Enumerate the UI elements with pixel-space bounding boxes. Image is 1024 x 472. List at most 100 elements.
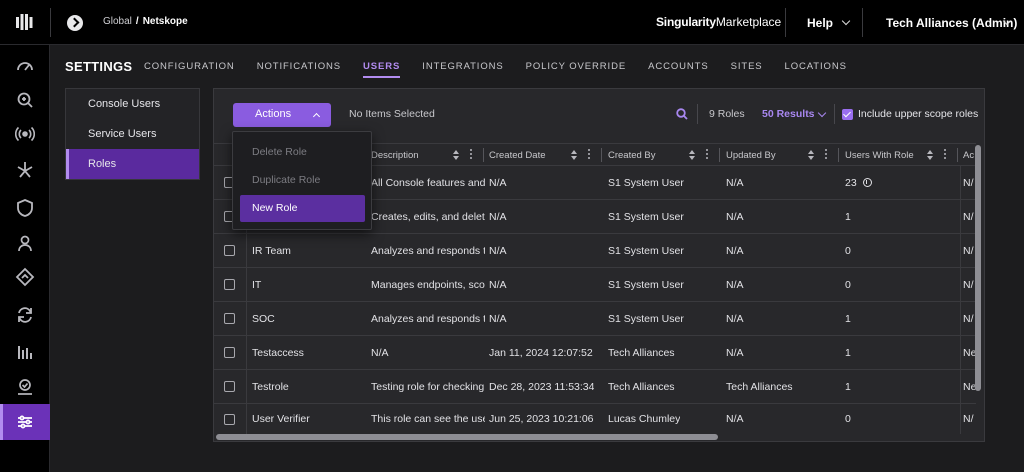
created-date: N/A [489, 279, 507, 291]
user-icon[interactable] [15, 233, 35, 253]
column-menu-icon[interactable] [706, 149, 708, 151]
horizontal-scrollbar[interactable] [216, 434, 718, 440]
updated-by: N/A [726, 245, 744, 257]
created-date: Dec 28, 2023 11:53:34 [489, 381, 595, 393]
table-row[interactable]: Testrole Testing role for checking... De… [214, 370, 976, 404]
actions-button[interactable]: Actions [233, 103, 331, 127]
column-menu-icon[interactable] [588, 149, 590, 151]
sentinelone-logo[interactable] [14, 12, 34, 32]
include-upper-scope-checkbox[interactable] [842, 109, 853, 120]
badge-icon[interactable] [15, 377, 35, 397]
row-checkbox[interactable] [224, 313, 235, 324]
sort-icon[interactable] [926, 149, 933, 160]
submenu-roles[interactable]: Roles [66, 149, 199, 179]
settings-tabs: CONFIGURATION NOTIFICATIONS USERS INTEGR… [144, 61, 869, 78]
column-description[interactable]: Description [371, 150, 419, 161]
diamond-arrow-icon[interactable] [15, 267, 35, 287]
table-row[interactable]: Testaccess N/A Jan 11, 2024 12:07:52 Tec… [214, 336, 976, 370]
marketplace-link[interactable]: SingularityMarketplace [656, 15, 781, 29]
users-with-role: 0 [845, 245, 851, 257]
menu-item-duplicate-role: Duplicate Role [252, 174, 321, 186]
column-created-date[interactable]: Created Date [489, 150, 546, 161]
users-with-role: 1 [845, 381, 851, 393]
table-row[interactable]: User Verifier This role can see the use.… [214, 404, 976, 434]
created-by: S1 System User [608, 177, 684, 189]
include-upper-scope-label[interactable]: Include upper scope roles [858, 108, 978, 120]
column-menu-icon[interactable] [944, 149, 946, 151]
search-icon[interactable] [15, 90, 35, 110]
sliders-icon[interactable] [15, 412, 35, 432]
table-row[interactable]: IR Team Analyzes and responds t... N/A S… [214, 234, 976, 268]
access: N/ [963, 211, 974, 223]
row-checkbox[interactable] [224, 279, 235, 290]
chevron-down-icon[interactable] [841, 16, 851, 26]
account-menu[interactable]: Tech Alliances (Admin) [886, 16, 1017, 30]
role-description: Analyzes and responds t... [371, 245, 485, 257]
sync-icon[interactable] [15, 305, 35, 325]
column-updated-by[interactable]: Updated By [726, 150, 776, 161]
bar-chart-icon[interactable] [15, 342, 35, 362]
help-menu[interactable]: Help [807, 16, 833, 30]
users-with-role: 23 [845, 177, 872, 189]
created-date: Jun 25, 2023 10:21:06 [489, 413, 594, 425]
tab-accounts[interactable]: ACCOUNTS [648, 61, 709, 78]
menu-item-new-role[interactable]: New Role [240, 195, 365, 222]
info-icon[interactable] [862, 178, 872, 187]
table-row[interactable]: IT Manages endpoints, sco... N/A S1 Syst… [214, 268, 976, 302]
asterisk-icon[interactable] [15, 160, 35, 180]
search-icon[interactable] [676, 108, 688, 120]
row-checkbox[interactable] [224, 347, 235, 358]
shield-icon[interactable] [15, 198, 35, 218]
column-created-by[interactable]: Created By [608, 150, 656, 161]
dashboard-icon[interactable] [15, 56, 35, 76]
created-date: N/A [489, 313, 507, 325]
row-checkbox[interactable] [224, 381, 235, 392]
sort-icon[interactable] [688, 149, 695, 160]
breadcrumb-current[interactable]: Netskope [143, 16, 188, 27]
role-name[interactable]: User Verifier [252, 413, 364, 425]
users-with-role: 1 [845, 347, 851, 359]
role-name[interactable]: SOC [252, 313, 364, 325]
tab-configuration[interactable]: CONFIGURATION [144, 61, 235, 78]
tab-locations[interactable]: LOCATIONS [785, 61, 847, 78]
submenu-service-users[interactable]: Service Users [66, 119, 199, 149]
sort-icon[interactable] [807, 149, 814, 160]
row-checkbox[interactable] [224, 245, 235, 256]
role-name[interactable]: IR Team [252, 245, 364, 257]
scope-selector-icon[interactable] [67, 15, 83, 31]
access: N/ [963, 413, 974, 425]
sort-icon[interactable] [452, 149, 459, 160]
sort-icon[interactable] [570, 149, 577, 160]
column-menu-icon[interactable] [825, 149, 827, 151]
submenu-console-users[interactable]: Console Users [66, 89, 199, 119]
selection-status: No Items Selected [349, 108, 435, 120]
column-menu-icon[interactable] [470, 149, 472, 151]
users-with-role: 0 [845, 413, 851, 425]
users-with-role: 0 [845, 279, 851, 291]
updated-by: Tech Alliances [726, 381, 793, 393]
role-description: Testing role for checking... [371, 381, 485, 393]
created-by: S1 System User [608, 279, 684, 291]
role-name[interactable]: IT [252, 279, 364, 291]
roles-count: 9 Roles [709, 108, 745, 120]
role-description: Creates, edits, and delet... [371, 211, 485, 223]
access: N/ [963, 245, 974, 257]
role-name[interactable]: Testaccess [252, 347, 364, 359]
row-checkbox[interactable] [224, 414, 235, 425]
broadcast-icon[interactable] [15, 124, 35, 144]
tab-users[interactable]: USERS [363, 61, 401, 78]
tab-policy-override[interactable]: POLICY OVERRIDE [526, 61, 626, 78]
breadcrumb-global[interactable]: Global [103, 16, 132, 27]
tab-notifications[interactable]: NOTIFICATIONS [257, 61, 341, 78]
top-bar: Global / Netskope SingularityMarketplace H… [0, 0, 1024, 45]
vertical-scrollbar[interactable] [975, 145, 981, 391]
actions-dropdown-menu: Delete Role Duplicate Role New Role [232, 131, 372, 230]
table-row[interactable]: SOC Analyzes and responds t... N/A S1 Sy… [214, 302, 976, 336]
tab-integrations[interactable]: INTEGRATIONS [422, 61, 503, 78]
divider [834, 104, 835, 124]
column-users-with-role[interactable]: Users With Role [845, 150, 914, 161]
role-name[interactable]: Testrole [252, 381, 364, 393]
column-access[interactable]: Ac [963, 150, 974, 161]
tab-sites[interactable]: SITES [731, 61, 763, 78]
results-per-page[interactable]: 50 Results [762, 108, 815, 120]
